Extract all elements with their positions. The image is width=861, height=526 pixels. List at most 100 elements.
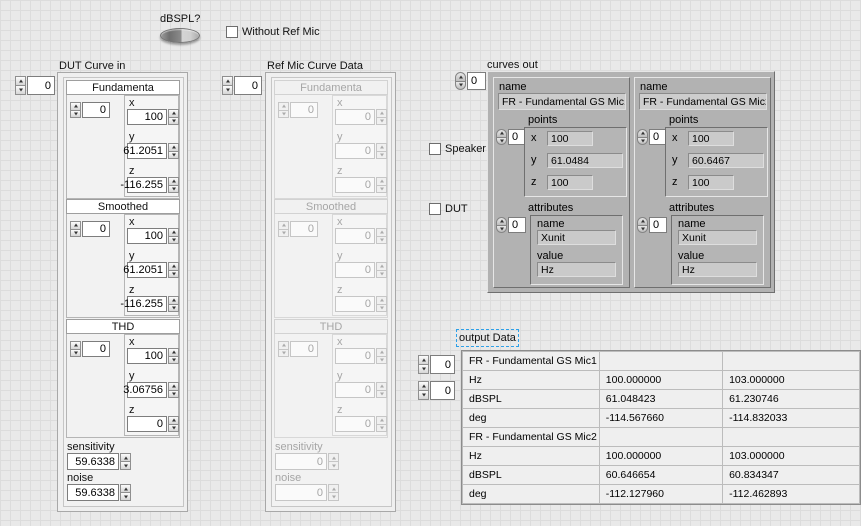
decrement-button[interactable] [70,229,81,238]
z-numeric: 0 [335,296,387,312]
x-numeric: 0 [335,348,387,364]
x-value[interactable]: 100 [127,109,167,125]
table-cell [723,352,860,371]
z-value[interactable]: -116.255 [127,296,167,312]
x-label: x [672,132,678,144]
ref-curve-index-spinner: 0 [222,76,262,95]
dut-checkbox[interactable] [429,203,441,215]
index-value[interactable]: 0 [82,221,110,237]
decrement-button[interactable] [15,85,26,95]
noise-value[interactable]: 59.6338 [67,484,119,501]
dut-curve-index-spinner: 0 [15,76,55,95]
y-value[interactable]: 61.2051 [127,262,167,278]
points-label: points [669,114,698,126]
z-value[interactable]: -116.255 [127,177,167,193]
index-value[interactable]: 0 [82,102,110,118]
x-value: 0 [335,348,375,364]
sensitivity-value[interactable]: 59.6338 [67,453,119,470]
attributes-label: attributes [669,202,714,214]
x-value: 0 [335,109,375,125]
z-value[interactable]: 0 [127,416,167,432]
decrement-button[interactable] [168,390,179,399]
decrement-button[interactable] [496,137,507,146]
dbspl-switch[interactable] [160,28,200,43]
front-panel: dBSPL? Without Ref Mic DUT Curve in 0 Fu… [0,0,861,526]
speaker-checkbox[interactable] [429,143,441,155]
output-row-index-spinner: 0 [418,355,455,374]
decrement-button[interactable] [168,270,179,279]
decrement-button [376,117,387,126]
table-cell: 100.000000 [599,447,722,466]
without-ref-mic-checkbox[interactable] [226,26,238,38]
decrement-button[interactable] [120,492,131,501]
x-label: x [337,336,343,348]
decrement-button [376,270,387,279]
x-value[interactable]: 100 [127,348,167,364]
table-cell: -112.127960 [599,485,722,504]
y-numeric: 3.06756 [127,382,179,398]
decrement-button[interactable] [168,356,179,365]
dut-smoothed-array: Smoothed 0 x 100 y 61.2051 z -116.255 [66,199,180,318]
decrement-button[interactable] [455,81,466,91]
decrement-button[interactable] [168,185,179,194]
table-cell: 103.000000 [723,447,860,466]
decrement-button [278,349,289,358]
table-cell [599,428,722,447]
ref-smoothed-point-cluster: x 0 y 0 z 0 [332,214,387,316]
y-value: 0 [335,143,375,159]
ref-curve-label: Ref Mic Curve Data [267,60,363,72]
y-value: 0 [335,382,375,398]
curve-element-1: name FR - Fundamental GS Mic1 points 0 x… [493,77,630,288]
output-data-label[interactable]: output Data [459,332,516,344]
decrement-button[interactable] [70,110,81,119]
decrement-button[interactable] [637,137,648,146]
decrement-button[interactable] [418,390,429,400]
sensitivity-label: sensitivity [275,441,323,453]
table-cell [599,352,722,371]
dut-fundamental-point-cluster: x 100 y 61.2051 z -116.255 [124,95,179,197]
z-label: z [129,404,135,416]
index-value: 0 [290,102,318,118]
y-label: y [337,131,343,143]
output-col-index-value[interactable]: 0 [430,381,455,400]
dut-thd-point-cluster: x 100 y 3.06756 z 0 [124,334,179,436]
decrement-button [278,229,289,238]
dbspl-switch-label: dBSPL? [160,13,200,25]
dut-thd-index-spinner: 0 [70,341,110,357]
decrement-button[interactable] [168,151,179,160]
decrement-button[interactable] [168,424,179,433]
attributes-index-value[interactable]: 0 [508,217,526,233]
output-row-index-value[interactable]: 0 [430,355,455,374]
decrement-button[interactable] [222,85,233,95]
decrement-button[interactable] [168,304,179,313]
y-value: 61.0484 [547,153,623,168]
table-cell [723,428,860,447]
z-value: 0 [335,416,375,432]
ref-curve-index-value[interactable]: 0 [234,76,262,95]
dut-curve-index-value[interactable]: 0 [27,76,55,95]
decrement-button [376,185,387,194]
ref-fundamental-header: Fundamenta [274,80,388,95]
y-value[interactable]: 61.2051 [127,143,167,159]
decrement-button[interactable] [168,117,179,126]
y-value: 0 [335,262,375,278]
without-ref-mic-label: Without Ref Mic [242,26,320,38]
x-value[interactable]: 100 [127,228,167,244]
curves-out-index-value[interactable]: 0 [467,72,486,90]
ref-smoothed-index-spinner: 0 [278,221,318,237]
decrement-button[interactable] [70,349,81,358]
decrement-button[interactable] [637,225,648,234]
x-value: 0 [335,228,375,244]
table-row: dBSPL60.64665460.834347 [463,466,860,485]
index-value[interactable]: 0 [82,341,110,357]
output-col-index-spinner: 0 [418,381,455,400]
table-row: Hz100.000000103.000000 [463,371,860,390]
decrement-button[interactable] [496,225,507,234]
y-value[interactable]: 3.06756 [127,382,167,398]
decrement-button[interactable] [120,461,131,470]
decrement-button[interactable] [168,236,179,245]
attributes-cluster: name Xunit value Hz [530,215,623,285]
decrement-button[interactable] [418,364,429,374]
attributes-index-value[interactable]: 0 [649,217,667,233]
points-label: points [528,114,557,126]
